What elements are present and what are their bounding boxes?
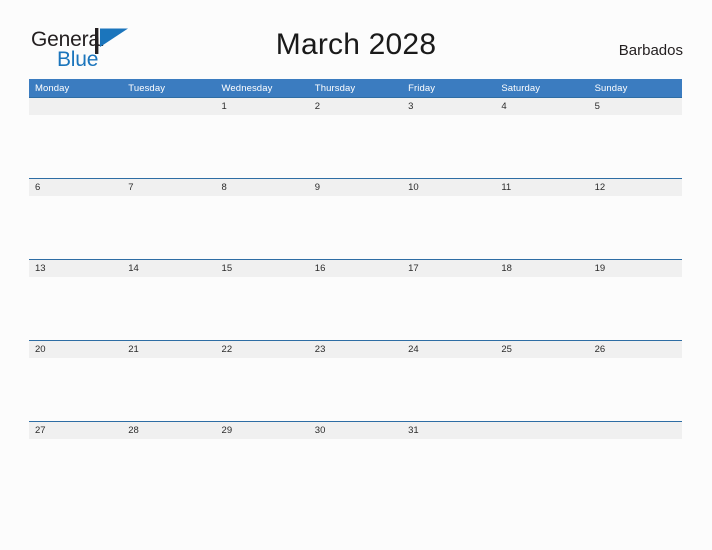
day-cell[interactable]: 29 [216, 422, 309, 439]
day-cell[interactable]: 3 [402, 98, 495, 115]
day-cell[interactable]: 13 [29, 260, 122, 277]
day-cell[interactable]: 15 [216, 260, 309, 277]
weekday-header-friday: Friday [408, 82, 436, 94]
day-cell[interactable]: 17 [402, 260, 495, 277]
week-date-band: 1 2 3 4 5 [29, 98, 682, 115]
week-note-area[interactable] [29, 115, 682, 177]
week-row: 13 14 15 16 17 18 19 [29, 259, 682, 340]
week-row: 1 2 3 4 5 [29, 97, 682, 178]
week-row: 20 21 22 23 24 25 26 [29, 340, 682, 421]
weekday-header-tuesday: Tuesday [128, 82, 166, 94]
day-cell[interactable]: 30 [309, 422, 402, 439]
weekday-header-monday: Monday [35, 82, 70, 94]
brand-name-general: General [31, 28, 105, 51]
region-label: Barbados [618, 42, 683, 59]
weekday-header-row: Monday Tuesday Wednesday Thursday Friday… [29, 79, 682, 97]
page-header: General Blue March 2028 Barbados [0, 0, 712, 78]
day-cell[interactable]: 7 [122, 179, 215, 196]
day-cell[interactable]: 27 [29, 422, 122, 439]
day-cell[interactable]: 24 [402, 341, 495, 358]
weekday-header-saturday: Saturday [501, 82, 541, 94]
calendar-grid: Monday Tuesday Wednesday Thursday Friday… [29, 79, 682, 502]
weekday-header-thursday: Thursday [314, 82, 356, 94]
calendar-page: General Blue March 2028 Barbados Monday … [0, 0, 712, 550]
day-cell[interactable]: 11 [495, 179, 588, 196]
week-note-area[interactable] [29, 277, 682, 339]
day-cell[interactable] [122, 98, 215, 115]
brand-logo[interactable]: General Blue [31, 28, 161, 73]
day-cell[interactable]: 18 [495, 260, 588, 277]
day-cell[interactable] [589, 422, 682, 439]
day-cell[interactable]: 6 [29, 179, 122, 196]
day-cell[interactable]: 26 [589, 341, 682, 358]
day-cell[interactable]: 4 [495, 98, 588, 115]
day-cell[interactable]: 28 [122, 422, 215, 439]
day-cell[interactable]: 23 [309, 341, 402, 358]
triangle-flag-icon [95, 28, 137, 54]
week-date-band: 27 28 29 30 31 [29, 422, 682, 439]
day-cell[interactable]: 16 [309, 260, 402, 277]
day-cell[interactable]: 21 [122, 341, 215, 358]
week-date-band: 13 14 15 16 17 18 19 [29, 260, 682, 277]
day-cell[interactable]: 25 [495, 341, 588, 358]
day-cell[interactable]: 14 [122, 260, 215, 277]
weekday-header-sunday: Sunday [594, 82, 628, 94]
day-cell[interactable]: 10 [402, 179, 495, 196]
brand-name-blue: Blue [57, 48, 99, 71]
day-cell[interactable]: 1 [216, 98, 309, 115]
week-date-band: 6 7 8 9 10 11 12 [29, 179, 682, 196]
week-note-area[interactable] [29, 439, 682, 501]
weekday-header-wednesday: Wednesday [221, 82, 273, 94]
week-row: 27 28 29 30 31 [29, 421, 682, 502]
day-cell[interactable]: 22 [216, 341, 309, 358]
day-cell[interactable] [495, 422, 588, 439]
week-note-area[interactable] [29, 358, 682, 420]
day-cell[interactable]: 8 [216, 179, 309, 196]
day-cell[interactable]: 31 [402, 422, 495, 439]
day-cell[interactable]: 2 [309, 98, 402, 115]
week-row: 6 7 8 9 10 11 12 [29, 178, 682, 259]
page-title: March 2028 [275, 28, 437, 61]
week-note-area[interactable] [29, 196, 682, 258]
week-date-band: 20 21 22 23 24 25 26 [29, 341, 682, 358]
day-cell[interactable]: 5 [589, 98, 682, 115]
day-cell[interactable] [29, 98, 122, 115]
day-cell[interactable]: 19 [589, 260, 682, 277]
day-cell[interactable]: 20 [29, 341, 122, 358]
day-cell[interactable]: 9 [309, 179, 402, 196]
day-cell[interactable]: 12 [589, 179, 682, 196]
